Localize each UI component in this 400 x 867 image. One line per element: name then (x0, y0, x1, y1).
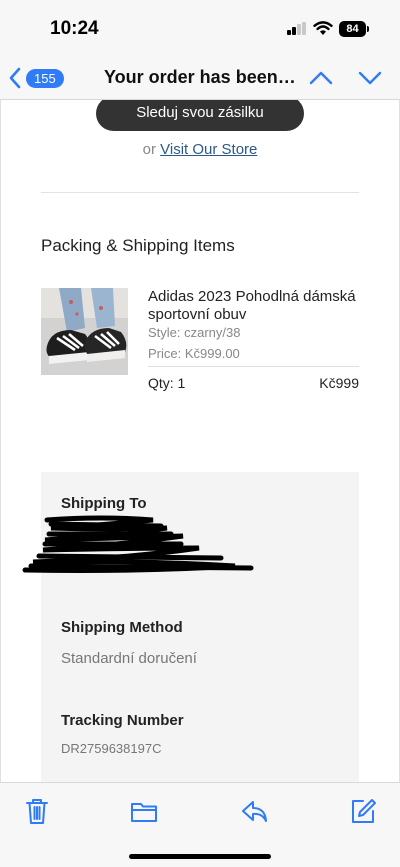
section-divider (41, 192, 359, 193)
unread-count-badge: 155 (26, 68, 64, 88)
tracking-number-label: Tracking Number (61, 712, 184, 729)
or-text: or (142, 141, 156, 158)
product-name[interactable]: Adidas 2023 Pohodlná dámská sportovní ob… (148, 288, 363, 324)
status-time: 10:24 (50, 18, 99, 39)
battery-tip (367, 26, 369, 32)
back-button[interactable]: 155 (8, 64, 68, 92)
shipping-to-label: Shipping To (61, 495, 147, 512)
chevron-down-icon (358, 71, 382, 85)
sneaker-photo (41, 288, 128, 375)
nav-bar: 155 Your order has been s... (0, 56, 400, 100)
previous-message-button[interactable] (308, 68, 334, 88)
compose-icon[interactable] (349, 797, 377, 825)
chevron-left-icon (9, 67, 21, 89)
product-price: Price: Kč999.00 (148, 346, 240, 361)
folder-icon[interactable] (130, 797, 158, 825)
product-quantity: Qty: 1 (148, 375, 186, 391)
product-total: Kč999 (319, 375, 359, 391)
trash-icon[interactable] (23, 797, 51, 825)
email-body[interactable]: Sleduj svou zásilku or Visit Our Store P… (0, 100, 400, 782)
tracking-number-value[interactable]: DR2759638197C (61, 741, 161, 756)
cellular-signal-icon (287, 22, 307, 35)
redacted-address-scribble (22, 515, 254, 573)
shipping-method-value: Standardní doručení (61, 650, 197, 667)
battery-icon: 84 (339, 21, 366, 37)
visit-store-link[interactable]: Visit Our Store (160, 141, 257, 158)
visit-store-line: or Visit Our Store (0, 141, 400, 158)
product-style: Style: czarny/38 (148, 325, 241, 340)
home-indicator (129, 854, 271, 859)
qty-divider (148, 366, 359, 367)
next-message-button[interactable] (357, 68, 383, 88)
shipping-info-box: Shipping To Shipping Method Standardní d… (22, 472, 359, 782)
shipping-method-label: Shipping Method (61, 619, 183, 636)
product-image[interactable] (41, 288, 128, 375)
left-border (0, 100, 1, 782)
section-title: Packing & Shipping Items (41, 236, 235, 255)
reply-icon[interactable] (240, 797, 268, 825)
status-bar: 10:24 84 (0, 0, 400, 56)
email-subject-title: Your order has been s... (104, 67, 300, 87)
chevron-up-icon (309, 71, 333, 85)
wifi-icon (313, 21, 333, 35)
track-package-button[interactable]: Sleduj svou zásilku (96, 100, 304, 131)
